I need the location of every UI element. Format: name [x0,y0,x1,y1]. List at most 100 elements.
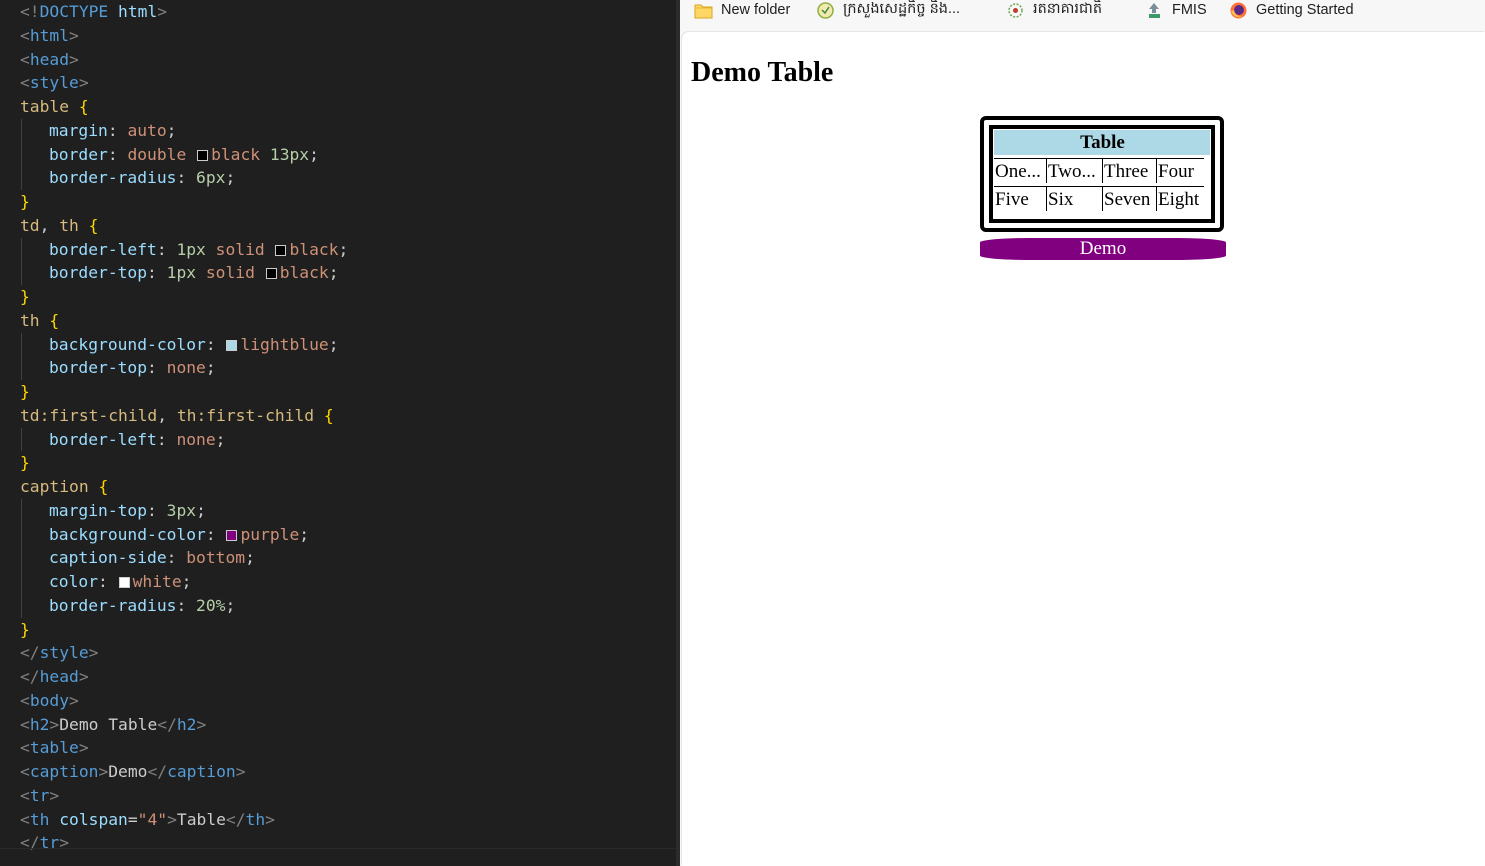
code-token: td [20,215,40,235]
code-token: </ [20,667,40,686]
code-line[interactable]: table { [20,95,348,119]
code-token: : [176,595,197,615]
code-token: 1px [166,263,197,283]
code-token: head [29,49,70,69]
bookmark-new-folder[interactable]: New folder [694,0,790,20]
code-token: } [20,192,30,211]
code-line[interactable]: <body> [20,689,348,713]
code-line[interactable]: } [20,285,348,309]
code-token: border-top [49,358,148,378]
code-line[interactable]: background-color: purple; [20,522,348,547]
code-token: DOCTYPE [39,2,109,21]
code-token: > [78,667,89,686]
code-token: style [39,643,89,663]
page-viewport[interactable]: Demo Table Table One... Two... Three Fou… [682,32,1485,866]
code-token: background-color [49,524,206,544]
code-token: > [49,785,60,805]
code-token: purple [240,524,300,544]
code-line[interactable]: <h2>Demo Table</h2> [20,713,348,737]
code-line[interactable]: <caption>Demo</caption> [20,760,348,784]
color-swatch[interactable] [226,529,238,541]
code-line[interactable]: </tr> [20,831,348,855]
color-swatch[interactable] [226,339,238,351]
code-token: </ [147,762,168,781]
code-lines[interactable]: <!DOCTYPE html> <html> <head> <style> table … [20,0,348,855]
code-line[interactable]: } [20,190,348,214]
code-line[interactable]: } [20,618,348,642]
code-line[interactable]: </head> [20,665,348,689]
code-token: <! [20,2,40,21]
bookmarks-bar: New folder ក្រសួងសេដ្ឋកិច្ច និង... រតនាគ… [680,0,1485,30]
code-token: double [127,144,197,164]
code-line[interactable]: <tr> [20,784,348,808]
table-row: Five Six Seven Eight [994,186,1210,211]
code-line[interactable]: color: white; [20,570,348,594]
code-line[interactable]: caption { [20,475,348,499]
code-token: : [166,548,187,568]
treasury-logo-icon [1008,2,1023,18]
code-token: : [205,524,226,544]
code-line[interactable]: <table> [20,736,348,760]
code-line[interactable]: <style> [20,71,348,95]
code-line[interactable]: border-top: 1px solid black; [20,261,348,285]
code-line[interactable]: </style> [20,641,348,665]
code-line[interactable]: margin-top: 3px; [20,498,348,523]
bookmark-getting-started[interactable]: Getting Started [1229,0,1354,20]
code-line[interactable]: th { [20,309,348,333]
code-line[interactable]: border: double black 13px; [20,142,348,167]
color-swatch[interactable] [118,577,130,588]
code-token: < [20,25,30,45]
code-line[interactable]: border-left: none; [20,427,348,452]
code-line[interactable]: border-radius: 20%; [20,593,348,618]
code-token: { [49,310,60,330]
bookmark-label: ក្រសួងសេដ្ឋកិច្ច និង... [843,0,961,17]
table-cell: Eight [1156,186,1204,211]
color-swatch[interactable] [265,268,277,280]
code-line[interactable]: <head> [20,48,348,72]
color-swatch[interactable] [275,244,287,256]
code-token: th:first-child [176,405,315,425]
bookmark-treasury[interactable]: រតនាគារជាតិ [1006,0,1102,20]
bookmark-ministry[interactable]: ក្រសួងសេដ្ឋកិច្ច និង... [816,0,960,20]
code-line[interactable]: td:first-child, th:first-child { [20,404,348,428]
code-line[interactable]: } [20,380,348,404]
code-line[interactable]: td, th { [20,214,348,238]
code-token: style [29,73,79,93]
code-token: margin [49,120,108,140]
code-token: color [49,572,99,591]
code-token: head [39,667,79,686]
editor-bottom-edge [0,848,676,849]
code-token: ; [166,120,177,140]
table-cell: Four [1156,158,1204,183]
code-line[interactable]: border-radius: 6px; [20,166,348,190]
color-swatch[interactable] [197,149,209,161]
code-editor[interactable]: <!DOCTYPE html> <html> <head> <style> table … [0,0,676,866]
bookmark-fmis[interactable]: FMIS [1145,0,1207,20]
browser-preview: New folder ក្រសួងសេដ្ឋកិច្ច និង... រតនាគ… [680,0,1485,866]
code-token: Table [176,809,226,829]
code-token: none [176,429,216,449]
code-line[interactable]: border-top: none; [20,356,348,380]
code-line[interactable]: border-left: 1px solid black; [20,237,348,262]
code-token: th [59,215,79,235]
code-token: tr [39,833,60,853]
code-token: white [132,572,182,591]
table-cell: Three [1102,158,1156,183]
code-token: html [29,25,70,45]
code-token: 13px [269,144,310,164]
bookmark-label: Getting Started [1256,2,1354,18]
code-line[interactable]: caption-side: bottom; [20,546,348,570]
code-token: ; [205,358,216,378]
code-line[interactable]: } [20,451,348,475]
code-token: solid [205,239,275,259]
code-line[interactable]: <!DOCTYPE html> [20,0,348,24]
code-line[interactable]: margin: auto; [20,118,348,143]
code-token: bottom [186,548,246,568]
code-line[interactable]: <html> [20,24,348,48]
code-token: < [20,809,30,829]
code-line[interactable]: <th colspan="4">Table</th> [20,808,348,832]
bookmark-label: រតនាគារជាតិ [1033,0,1103,17]
code-line[interactable]: background-color: lightblue; [20,332,348,357]
